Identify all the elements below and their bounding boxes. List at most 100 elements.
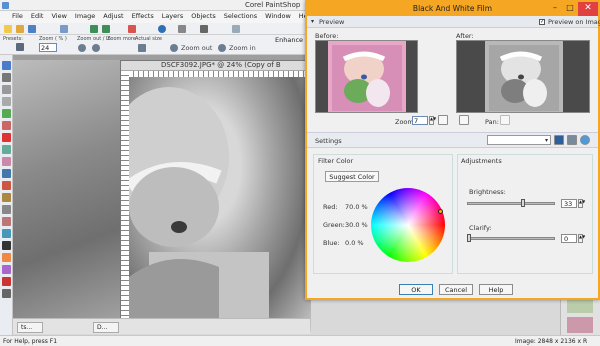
palette-icon[interactable] bbox=[232, 25, 240, 33]
brightness-spin-icon[interactable]: ▲▼ bbox=[578, 199, 585, 208]
settings-preset-dropdown[interactable]: ▾ bbox=[487, 135, 551, 145]
menu-selections[interactable]: Selections bbox=[220, 11, 261, 21]
clarify-input[interactable]: 0 bbox=[561, 234, 577, 243]
clarify-slider-thumb[interactable] bbox=[467, 234, 471, 242]
print-icon[interactable] bbox=[60, 25, 68, 33]
pan-label: Pan: bbox=[485, 118, 499, 126]
reset-preset-icon[interactable] bbox=[567, 135, 577, 145]
save-icon[interactable] bbox=[28, 25, 36, 33]
chevron-down-icon[interactable]: ▾ bbox=[311, 18, 314, 25]
layer-thumbnail[interactable] bbox=[567, 317, 593, 333]
color-wheel-marker[interactable] bbox=[438, 209, 443, 214]
blue-label: Blue: bbox=[323, 239, 340, 247]
preview-zoom-input[interactable]: 7 bbox=[412, 116, 428, 125]
makeover-tool-icon[interactable] bbox=[2, 157, 11, 166]
brightness-input[interactable]: 33 bbox=[561, 199, 577, 208]
zoom-out-btn-icon bbox=[170, 44, 178, 52]
undo-icon[interactable] bbox=[90, 25, 98, 33]
suggest-color-button[interactable]: Suggest Color bbox=[325, 171, 379, 182]
pan-tool-icon[interactable] bbox=[2, 61, 11, 70]
paint-brush-tool-icon[interactable] bbox=[2, 169, 11, 178]
eraser-tool-icon[interactable] bbox=[2, 217, 11, 226]
zoom-icon[interactable] bbox=[200, 25, 208, 33]
maximize-icon[interactable]: □ bbox=[563, 3, 577, 14]
zoom-out-button[interactable]: Zoom out bbox=[181, 44, 212, 52]
help-button[interactable]: Help bbox=[479, 284, 513, 295]
color-wheel[interactable] bbox=[371, 188, 445, 262]
zoom-out-icon[interactable] bbox=[78, 44, 86, 52]
foreground-color-icon[interactable] bbox=[2, 277, 11, 286]
document-tab[interactable]: D... bbox=[93, 322, 119, 333]
baby-photo-illustration bbox=[109, 87, 269, 331]
crop-icon[interactable] bbox=[128, 25, 136, 33]
dialog-title-bar: Black And White Film – □ ✕ bbox=[307, 2, 598, 16]
zoom-percent-label: Zoom ( % ) bbox=[39, 36, 67, 42]
document-tabs: ts... D... bbox=[13, 318, 310, 334]
redo-icon[interactable] bbox=[102, 25, 110, 33]
preview-on-image-checkbox[interactable]: ✓ bbox=[539, 19, 545, 25]
zoom-in-icon[interactable] bbox=[92, 44, 100, 52]
zoom-out-in-label: Zoom out / In bbox=[77, 36, 111, 42]
menu-window[interactable]: Window bbox=[261, 11, 295, 21]
green-value: 30.0 % bbox=[345, 221, 368, 229]
background-document-image bbox=[13, 60, 120, 318]
zoom-percent-input[interactable]: 24 bbox=[39, 43, 57, 52]
airbrush-tool-icon[interactable] bbox=[2, 181, 11, 190]
menu-image[interactable]: Image bbox=[71, 11, 99, 21]
tool-options-toolbar: Presets: Zoom ( % ) 24 Zoom out / In Zoo… bbox=[0, 35, 310, 55]
clarify-slider[interactable] bbox=[467, 237, 555, 240]
open-folder-icon[interactable] bbox=[16, 25, 24, 33]
new-file-icon[interactable] bbox=[4, 25, 12, 33]
ok-button[interactable]: OK bbox=[399, 284, 433, 295]
zoom-spin-icon[interactable]: ▲▼ bbox=[429, 116, 436, 125]
after-preview-image[interactable] bbox=[456, 40, 590, 113]
pick-tool-icon[interactable] bbox=[2, 85, 11, 94]
zoom-fit-icon[interactable] bbox=[438, 115, 448, 125]
clarify-spin-icon[interactable]: ▲▼ bbox=[578, 234, 585, 243]
zoom-actual-icon[interactable] bbox=[459, 115, 469, 125]
lighten-tool-icon[interactable] bbox=[2, 205, 11, 214]
close-icon[interactable]: ✕ bbox=[578, 2, 598, 16]
minimize-icon[interactable]: – bbox=[548, 3, 562, 14]
brightness-slider-thumb[interactable] bbox=[521, 199, 525, 207]
document-tab[interactable]: ts... bbox=[17, 322, 43, 333]
info-icon[interactable] bbox=[158, 25, 166, 33]
menu-layers[interactable]: Layers bbox=[158, 11, 188, 21]
background-color-icon[interactable] bbox=[2, 289, 11, 298]
dropper-tool-icon[interactable] bbox=[2, 109, 11, 118]
brightness-slider[interactable] bbox=[467, 202, 555, 205]
red-label: Red: bbox=[323, 203, 338, 211]
crop-tool-icon[interactable] bbox=[2, 121, 11, 130]
zoom-in-button[interactable]: Zoom in bbox=[229, 44, 256, 52]
fill-tool-icon[interactable] bbox=[2, 229, 11, 238]
enhance-photo-button[interactable]: Enhance P bbox=[275, 36, 309, 44]
preview-header: ▾ Preview ✓ Preview on Image bbox=[307, 16, 600, 28]
document-image[interactable] bbox=[109, 77, 311, 331]
warp-brush-tool-icon[interactable] bbox=[2, 193, 11, 202]
app-logo-icon bbox=[2, 2, 9, 9]
menu-objects[interactable]: Objects bbox=[187, 11, 220, 21]
menu-effects[interactable]: Effects bbox=[128, 11, 158, 21]
pen-tool-icon[interactable] bbox=[2, 265, 11, 274]
preview-on-image-label: Preview on Image bbox=[548, 18, 600, 26]
pan-icon[interactable] bbox=[500, 115, 510, 125]
selection-tool-icon[interactable] bbox=[2, 97, 11, 106]
document-window[interactable]: DSCF3092.JPG* @ 24% (Copy of B bbox=[109, 60, 311, 331]
grid-icon[interactable] bbox=[178, 25, 186, 33]
refresh-icon[interactable] bbox=[580, 135, 590, 145]
red-eye-tool-icon[interactable] bbox=[2, 133, 11, 142]
text-tool-icon[interactable] bbox=[2, 241, 11, 250]
menu-view[interactable]: View bbox=[47, 11, 70, 21]
cancel-button[interactable]: Cancel bbox=[439, 284, 473, 295]
menu-adjust[interactable]: Adjust bbox=[99, 11, 127, 21]
shape-tool-icon[interactable] bbox=[2, 253, 11, 262]
clarify-label: Clarify: bbox=[469, 224, 492, 232]
pan-hand-icon[interactable] bbox=[16, 43, 24, 51]
clone-tool-icon[interactable] bbox=[2, 145, 11, 154]
menu-edit[interactable]: Edit bbox=[27, 11, 48, 21]
save-preset-icon[interactable] bbox=[554, 135, 564, 145]
actual-size-icon[interactable] bbox=[138, 44, 146, 52]
zoom-tool-icon[interactable] bbox=[2, 73, 11, 82]
menu-file[interactable]: File bbox=[8, 11, 27, 21]
before-preview-image[interactable] bbox=[315, 40, 418, 113]
